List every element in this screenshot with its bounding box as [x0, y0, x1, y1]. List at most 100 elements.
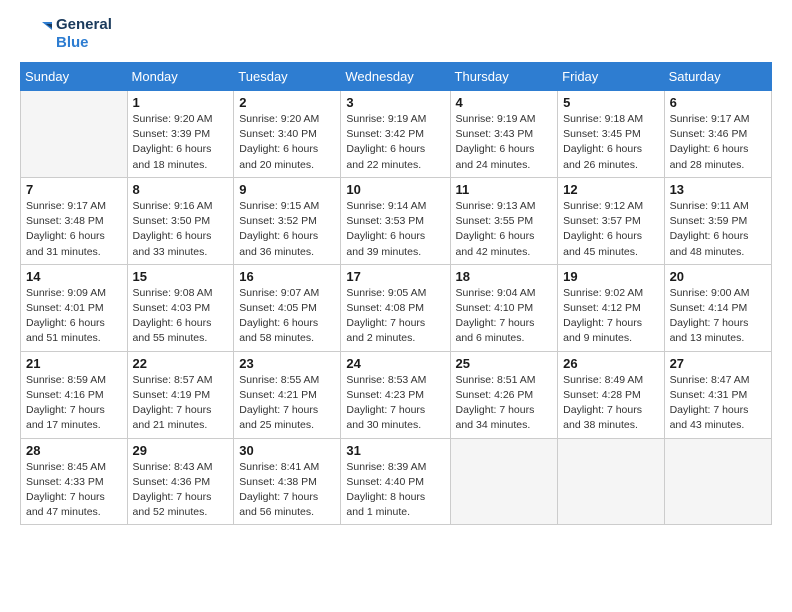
day-info: Sunrise: 9:15 AMSunset: 3:52 PMDaylight:… [239, 199, 335, 260]
page: General Blue SundayMondayTuesdayWednesda… [0, 0, 792, 612]
day-number: 5 [563, 95, 658, 110]
calendar-cell: 1Sunrise: 9:20 AMSunset: 3:39 PMDaylight… [127, 91, 234, 178]
day-info: Sunrise: 9:08 AMSunset: 4:03 PMDaylight:… [133, 286, 229, 347]
day-number: 23 [239, 356, 335, 371]
day-info: Sunrise: 9:19 AMSunset: 3:42 PMDaylight:… [346, 112, 444, 173]
calendar-cell: 29 Sunrise: 8:43 AMSunset: 4:36 PMDayligh… [127, 438, 234, 525]
calendar-cell: 23Sunrise: 8:55 AMSunset: 4:21 PMDayligh… [234, 351, 341, 438]
calendar-cell: 6 Sunrise: 9:17 AMSunset: 3:46 PMDaylight… [664, 91, 771, 178]
day-number: 11 [456, 182, 553, 197]
day-info: Sunrise: 9:16 AMSunset: 3:50 PMDaylight:… [133, 199, 229, 260]
calendar-cell: 27 Sunrise: 8:47 AMSunset: 4:31 PMDayligh… [664, 351, 771, 438]
day-number: 18 [456, 269, 553, 284]
day-info: Sunrise: 8:59 AMSunset: 4:16 PMDaylight:… [26, 373, 122, 434]
day-number: 4 [456, 95, 553, 110]
day-number: 24 [346, 356, 444, 371]
calendar-cell: 18 Sunrise: 9:04 AMSunset: 4:10 PMDayligh… [450, 264, 558, 351]
calendar-cell: 8 Sunrise: 9:16 AMSunset: 3:50 PMDaylight… [127, 177, 234, 264]
weekday-header-row: SundayMondayTuesdayWednesdayThursdayFrid… [21, 63, 772, 91]
day-info: Sunrise: 9:19 AMSunset: 3:43 PMDaylight:… [456, 112, 553, 173]
logo: General Blue [20, 16, 112, 52]
weekday-friday: Friday [558, 63, 664, 91]
day-info: Sunrise: 9:17 AMSunset: 3:46 PMDaylight:… [670, 112, 766, 173]
calendar-cell: 7Sunrise: 9:17 AMSunset: 3:48 PMDaylight… [21, 177, 128, 264]
day-info: Sunrise: 9:14 AMSunset: 3:53 PMDaylight:… [346, 199, 444, 260]
weekday-saturday: Saturday [664, 63, 771, 91]
header: General Blue [20, 16, 772, 52]
calendar-cell: 24 Sunrise: 8:53 AMSunset: 4:23 PMDayligh… [341, 351, 450, 438]
calendar-week-row: 7Sunrise: 9:17 AMSunset: 3:48 PMDaylight… [21, 177, 772, 264]
calendar-cell: 22 Sunrise: 8:57 AMSunset: 4:19 PMDayligh… [127, 351, 234, 438]
day-number: 8 [133, 182, 229, 197]
calendar-table: SundayMondayTuesdayWednesdayThursdayFrid… [20, 62, 772, 525]
day-number: 12 [563, 182, 658, 197]
day-info: Sunrise: 8:51 AMSunset: 4:26 PMDaylight:… [456, 373, 553, 434]
logo-bird-icon [20, 18, 52, 50]
calendar-cell: 11Sunrise: 9:13 AMSunset: 3:55 PMDayligh… [450, 177, 558, 264]
calendar-cell: 3 Sunrise: 9:19 AMSunset: 3:42 PMDaylight… [341, 91, 450, 178]
logo-blue-text: Blue [56, 34, 112, 52]
day-info: Sunrise: 9:09 AMSunset: 4:01 PMDaylight:… [26, 286, 122, 347]
day-number: 19 [563, 269, 658, 284]
day-info: Sunrise: 9:18 AMSunset: 3:45 PMDaylight:… [563, 112, 658, 173]
calendar-cell: 2Sunrise: 9:20 AMSunset: 3:40 PMDaylight… [234, 91, 341, 178]
calendar-cell: 14 Sunrise: 9:09 AMSunset: 4:01 PMDayligh… [21, 264, 128, 351]
day-info: Sunrise: 8:43 AMSunset: 4:36 PMDaylight:… [133, 460, 229, 521]
calendar-cell: 19 Sunrise: 9:02 AMSunset: 4:12 PMDayligh… [558, 264, 664, 351]
logo-general-text: General [56, 16, 112, 34]
day-info: Sunrise: 9:07 AMSunset: 4:05 PMDaylight:… [239, 286, 335, 347]
calendar-cell: 20 Sunrise: 9:00 AMSunset: 4:14 PMDayligh… [664, 264, 771, 351]
day-info: Sunrise: 9:11 AMSunset: 3:59 PMDaylight:… [670, 199, 766, 260]
calendar-cell: 10 Sunrise: 9:14 AMSunset: 3:53 PMDayligh… [341, 177, 450, 264]
day-number: 27 [670, 356, 766, 371]
day-number: 21 [26, 356, 122, 371]
calendar-cell: 30 Sunrise: 8:41 AMSunset: 4:38 PMDayligh… [234, 438, 341, 525]
day-info: Sunrise: 9:04 AMSunset: 4:10 PMDaylight:… [456, 286, 553, 347]
calendar-cell: 5 Sunrise: 9:18 AMSunset: 3:45 PMDaylight… [558, 91, 664, 178]
calendar-cell: 4 Sunrise: 9:19 AMSunset: 3:43 PMDaylight… [450, 91, 558, 178]
calendar-cell: 17 Sunrise: 9:05 AMSunset: 4:08 PMDayligh… [341, 264, 450, 351]
day-number: 28 [26, 443, 122, 458]
day-number: 14 [26, 269, 122, 284]
day-info: Sunrise: 8:45 AMSunset: 4:33 PMDaylight:… [26, 460, 122, 521]
calendar-cell: 26Sunrise: 8:49 AMSunset: 4:28 PMDayligh… [558, 351, 664, 438]
day-info: Sunrise: 9:05 AMSunset: 4:08 PMDaylight:… [346, 286, 444, 347]
day-number: 20 [670, 269, 766, 284]
day-number: 31 [346, 443, 444, 458]
day-number: 30 [239, 443, 335, 458]
calendar-cell [450, 438, 558, 525]
day-info: Sunrise: 8:41 AMSunset: 4:38 PMDaylight:… [239, 460, 335, 521]
calendar-cell: 31 Sunrise: 8:39 AMSunset: 4:40 PMDayligh… [341, 438, 450, 525]
calendar-cell: 9Sunrise: 9:15 AMSunset: 3:52 PMDaylight… [234, 177, 341, 264]
day-number: 6 [670, 95, 766, 110]
day-info: Sunrise: 9:12 AMSunset: 3:57 PMDaylight:… [563, 199, 658, 260]
day-number: 29 [133, 443, 229, 458]
calendar-week-row: 28 Sunrise: 8:45 AMSunset: 4:33 PMDayligh… [21, 438, 772, 525]
calendar-cell: 28 Sunrise: 8:45 AMSunset: 4:33 PMDayligh… [21, 438, 128, 525]
day-number: 10 [346, 182, 444, 197]
calendar-week-row: 21 Sunrise: 8:59 AMSunset: 4:16 PMDayligh… [21, 351, 772, 438]
calendar-cell: 15 Sunrise: 9:08 AMSunset: 4:03 PMDayligh… [127, 264, 234, 351]
day-number: 25 [456, 356, 553, 371]
day-info: Sunrise: 8:39 AMSunset: 4:40 PMDaylight:… [346, 460, 444, 521]
calendar-cell: 13Sunrise: 9:11 AMSunset: 3:59 PMDayligh… [664, 177, 771, 264]
weekday-monday: Monday [127, 63, 234, 91]
day-number: 3 [346, 95, 444, 110]
day-info: Sunrise: 8:53 AMSunset: 4:23 PMDaylight:… [346, 373, 444, 434]
day-number: 15 [133, 269, 229, 284]
day-info: Sunrise: 8:57 AMSunset: 4:19 PMDaylight:… [133, 373, 229, 434]
day-info: Sunrise: 9:02 AMSunset: 4:12 PMDaylight:… [563, 286, 658, 347]
calendar-cell [664, 438, 771, 525]
calendar-cell: 12 Sunrise: 9:12 AMSunset: 3:57 PMDayligh… [558, 177, 664, 264]
calendar-cell [558, 438, 664, 525]
day-info: Sunrise: 8:47 AMSunset: 4:31 PMDaylight:… [670, 373, 766, 434]
day-number: 22 [133, 356, 229, 371]
day-number: 2 [239, 95, 335, 110]
day-info: Sunrise: 9:20 AMSunset: 3:39 PMDaylight:… [133, 112, 229, 173]
day-number: 16 [239, 269, 335, 284]
day-number: 17 [346, 269, 444, 284]
day-info: Sunrise: 9:00 AMSunset: 4:14 PMDaylight:… [670, 286, 766, 347]
calendar-cell: 16 Sunrise: 9:07 AMSunset: 4:05 PMDayligh… [234, 264, 341, 351]
calendar-cell: 25 Sunrise: 8:51 AMSunset: 4:26 PMDayligh… [450, 351, 558, 438]
day-info: Sunrise: 9:17 AMSunset: 3:48 PMDaylight:… [26, 199, 122, 260]
